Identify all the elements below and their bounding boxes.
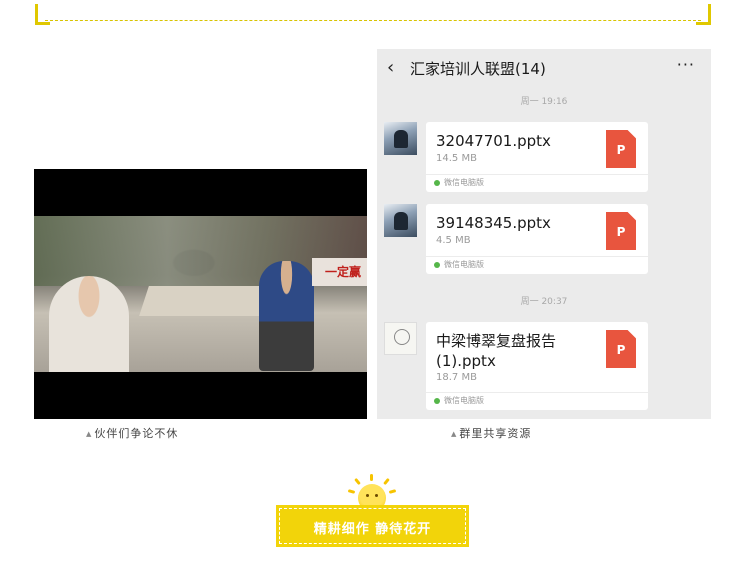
wechat-pc-icon: [434, 398, 440, 404]
file-name: 39148345.pptx: [436, 214, 551, 232]
person-right: [259, 261, 314, 371]
message-source: 微信电脑版: [426, 392, 648, 410]
left-caption: ▲ 伙伴们争论不休: [86, 425, 178, 441]
discussion-video-frame: 一定赢: [34, 169, 367, 419]
person-left: [49, 276, 129, 372]
right-caption-text: 群里共享资源: [459, 427, 532, 440]
motto-text: 精耕细作 静待花开: [313, 522, 432, 537]
wechat-group-screenshot: ‹ 汇家培训人联盟(14) ··· 周一 19:16 32047701.pptx…: [377, 49, 711, 419]
ppt-file-icon: P: [606, 212, 636, 250]
sender-avatar[interactable]: [384, 204, 417, 237]
message-timestamp: 周一 19:16: [520, 97, 568, 107]
meeting-table: [139, 286, 269, 316]
chat-titlebar: ‹ 汇家培训人联盟(14) ···: [377, 49, 711, 87]
motto-banner: 精耕细作 静待花开: [276, 505, 469, 547]
file-message-card[interactable]: 39148345.pptx 4.5 MB P 微信电脑版: [426, 204, 648, 274]
top-bracket-decoration: [35, 4, 711, 25]
bracket-corner-left: [35, 4, 50, 25]
ppt-file-icon: P: [606, 330, 636, 368]
ppt-file-icon: P: [606, 130, 636, 168]
file-size: 14.5 MB: [436, 153, 477, 164]
wechat-pc-icon: [434, 262, 440, 268]
file-name-line2: (1).pptx: [436, 352, 496, 370]
message-timestamp: 周一 20:37: [520, 297, 568, 307]
message-source: 微信电脑版: [426, 174, 648, 192]
triangle-marker-icon: ▲: [86, 430, 93, 438]
file-name: 32047701.pptx: [436, 132, 551, 150]
wall-banner: 一定赢: [312, 258, 367, 286]
source-label: 微信电脑版: [444, 178, 484, 187]
bracket-corner-right: [696, 4, 711, 25]
file-size: 4.5 MB: [436, 235, 471, 246]
file-name-line1: 中梁博翠复盘报告: [436, 332, 557, 350]
source-label: 微信电脑版: [444, 396, 484, 405]
triangle-marker-icon: ▲: [451, 430, 458, 438]
sender-avatar[interactable]: [384, 122, 417, 155]
sender-avatar[interactable]: [384, 322, 417, 355]
dashed-divider: [45, 20, 701, 21]
discussion-photo: 一定赢: [34, 216, 367, 372]
banner-text: 一定赢: [324, 265, 361, 279]
more-dots-icon[interactable]: ···: [677, 55, 695, 74]
chevron-left-icon[interactable]: ‹: [387, 57, 394, 78]
file-message-card[interactable]: 32047701.pptx 14.5 MB P 微信电脑版: [426, 122, 648, 192]
sun-icon: [347, 474, 397, 512]
chat-title: 汇家培训人联盟(14): [410, 60, 546, 78]
wechat-pc-icon: [434, 180, 440, 186]
right-caption: ▲ 群里共享资源: [451, 425, 531, 441]
file-message-card[interactable]: 中梁博翠复盘报告 (1).pptx 18.7 MB P 微信电脑版: [426, 322, 648, 410]
file-size: 18.7 MB: [436, 372, 477, 383]
left-caption-text: 伙伴们争论不休: [94, 427, 179, 440]
message-source: 微信电脑版: [426, 256, 648, 274]
source-label: 微信电脑版: [444, 260, 484, 269]
